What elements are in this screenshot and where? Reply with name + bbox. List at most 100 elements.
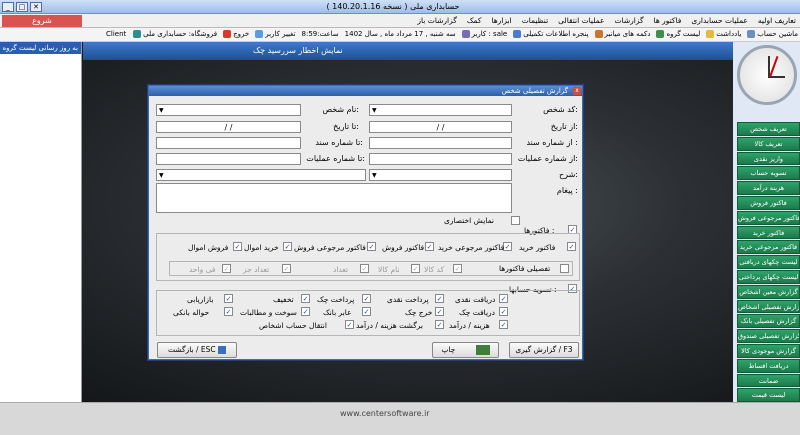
cheque-payment-checkbox[interactable]: ✓ [362, 294, 371, 303]
note-icon [706, 30, 715, 38]
to-op-input[interactable] [156, 153, 301, 165]
asset-sale-checkbox[interactable]: ✓ [233, 242, 242, 251]
asset-purchase-checkbox[interactable]: ✓ [283, 242, 292, 251]
description-dropdown[interactable]: ▼ [369, 169, 512, 181]
side-button-7[interactable]: فاکتور خرید [737, 225, 800, 240]
store-icon [133, 30, 142, 38]
cash-payment-label: پرداخت نقدی [387, 295, 429, 304]
to-doc-input[interactable] [156, 137, 301, 149]
side-button-6[interactable]: فاکتور مرجوعی فروش [737, 210, 800, 225]
discount-checkbox[interactable]: ✓ [301, 294, 310, 303]
maximize-button[interactable]: □ [16, 2, 28, 12]
side-button-0[interactable]: تعریف شخص [737, 122, 800, 136]
cheque-spend-checkbox[interactable]: ✓ [435, 307, 444, 316]
show-summary-label: نمایش اختصاری [444, 216, 495, 225]
invoice-detail-checkbox[interactable] [560, 264, 569, 273]
menu-item-help[interactable]: کمک [467, 16, 482, 25]
side-button-3[interactable]: تسویه حساب [737, 166, 800, 181]
side-button-10[interactable]: لیست چکهای پرداختی [737, 269, 800, 284]
show-summary-checkbox[interactable]: ✓ [511, 216, 520, 225]
cheque-receipt-checkbox[interactable]: ✓ [499, 307, 508, 316]
menu-item-open-reports[interactable]: گزارشات باز [417, 16, 456, 25]
side-button-12[interactable]: گزارش تفصیلی اشخاص [737, 299, 800, 314]
menu-item-reports[interactable]: گزارشات [615, 16, 644, 25]
notes-button[interactable]: یادداشت [706, 30, 741, 38]
item-name-checkbox[interactable]: ✓ [411, 264, 420, 273]
group-list-button[interactable]: لیست گروه [656, 30, 700, 38]
menu-item-accounting[interactable]: عملیات حسابداری [691, 16, 748, 25]
marketing-checkbox[interactable]: ✓ [224, 294, 233, 303]
side-button-1[interactable]: تعریف کالا [737, 136, 800, 151]
minimize-button[interactable]: _ [2, 2, 14, 12]
close-button[interactable]: ✕ [30, 2, 42, 12]
from-doc-input[interactable] [369, 137, 512, 149]
from-doc-label: از شماره سند : [526, 138, 578, 147]
change-user-button[interactable]: تغییر کاربر [255, 30, 296, 38]
description-input[interactable]: ▼ [156, 169, 366, 181]
side-button-2[interactable]: واریز نقدی [737, 151, 800, 166]
item-code-checkbox[interactable]: ✓ [453, 264, 462, 273]
menu-item-definitions[interactable]: تعاریف اولیه [758, 16, 796, 25]
menu-item-transfer[interactable]: عملیات انتقالی [558, 16, 604, 25]
asset-purchase-label: خرید اموال [244, 243, 279, 252]
side-button-9[interactable]: لیست چکهای دریافتی [737, 255, 800, 269]
side-button-15[interactable]: گزارش موجودی کالا [737, 343, 800, 358]
sub-quantity-checkbox[interactable]: ✓ [282, 264, 291, 273]
person-code-input[interactable]: ▼ [369, 104, 512, 116]
side-button-17[interactable]: ضمانت [737, 373, 800, 388]
from-date-input[interactable]: / / [369, 121, 512, 133]
menu-item-invoices[interactable]: فاکتور ها [654, 16, 682, 25]
sub-quantity-label: تعداد جز [243, 265, 270, 274]
bad-debts-checkbox[interactable]: ✓ [301, 307, 310, 316]
cash-payment-checkbox[interactable]: ✓ [435, 294, 444, 303]
unit-price-label: فی واحد [189, 265, 216, 274]
cheque-due-alert-bar[interactable]: نمایش اخطار سررسید چک [83, 42, 733, 60]
side-button-13[interactable]: گزارش تفصیلی بانک [737, 314, 800, 329]
print-label: چاپ [441, 345, 456, 354]
side-button-18[interactable]: لیست قیمت [737, 388, 800, 403]
message-textarea[interactable] [156, 183, 512, 213]
to-date-input[interactable]: / / [156, 121, 301, 133]
purchase-invoice-checkbox[interactable]: ✓ [567, 242, 576, 251]
to-op-label: تا شماره عملیات: [306, 154, 365, 163]
side-button-5[interactable]: فاکتور فروش [737, 195, 800, 210]
atm-label: عابر بانک [323, 308, 352, 317]
bad-debts-label: سوخت و مطالبات [240, 308, 297, 317]
side-button-4[interactable]: هزینه درآمد [737, 181, 800, 195]
sales-invoice-checkbox[interactable]: ✓ [425, 242, 434, 251]
print-button[interactable]: چاپ [432, 342, 499, 358]
menu-item-settings[interactable]: تنظیمات [522, 16, 548, 25]
refresh-group-list-button[interactable]: به روز رسانی لیست گروه [0, 42, 81, 54]
from-op-input[interactable] [369, 153, 512, 165]
asset-sale-label: فروش اموال [188, 243, 229, 252]
info-window-button[interactable]: پنجره اطلاعات تکمیلی [513, 30, 589, 38]
calculator-button[interactable]: ماشین حساب [747, 30, 798, 38]
dialog-close-button[interactable]: x [573, 87, 581, 95]
shortcuts-button[interactable]: دکمه های میانبر [594, 30, 650, 38]
bank-transfer-checkbox[interactable]: ✓ [224, 307, 233, 316]
side-button-16[interactable]: دریافت اقساط [737, 358, 800, 373]
start-button[interactable]: شروع [2, 15, 82, 27]
side-button-14[interactable]: گزارش تفصیلی صندوق [737, 329, 800, 343]
menu-item-tools[interactable]: ابزارها [491, 16, 511, 25]
message-label: پیغام : [556, 186, 578, 195]
shortcut-icon [594, 30, 603, 38]
quantity-checkbox[interactable]: ✓ [360, 264, 369, 273]
side-button-8[interactable]: فاکتور مرجوعی خرید [737, 240, 800, 255]
report-button[interactable]: گزارش گیری / F3 [509, 342, 579, 358]
expense-income-checkbox[interactable]: ✓ [499, 320, 508, 329]
change-user-icon [255, 30, 264, 38]
back-button[interactable]: بازگشت / ESC [157, 342, 237, 358]
time-display: ساعت:8:59 [301, 30, 339, 38]
expense-return-checkbox[interactable]: ✓ [435, 320, 444, 329]
side-button-11[interactable]: گزارش معین اشخاص [737, 284, 800, 299]
account-transfer-checkbox[interactable]: ✓ [345, 320, 354, 329]
atm-checkbox[interactable]: ✓ [362, 307, 371, 316]
unit-price-checkbox[interactable]: ✓ [222, 264, 231, 273]
purchase-return-checkbox[interactable]: ✓ [503, 242, 512, 251]
person-name-input[interactable]: ▼ [156, 104, 301, 116]
cash-receipt-checkbox[interactable]: ✓ [499, 294, 508, 303]
sales-return-checkbox[interactable]: ✓ [367, 242, 376, 251]
from-date-label: از تاریخ: [550, 122, 578, 131]
exit-button[interactable]: خروج [223, 30, 249, 38]
